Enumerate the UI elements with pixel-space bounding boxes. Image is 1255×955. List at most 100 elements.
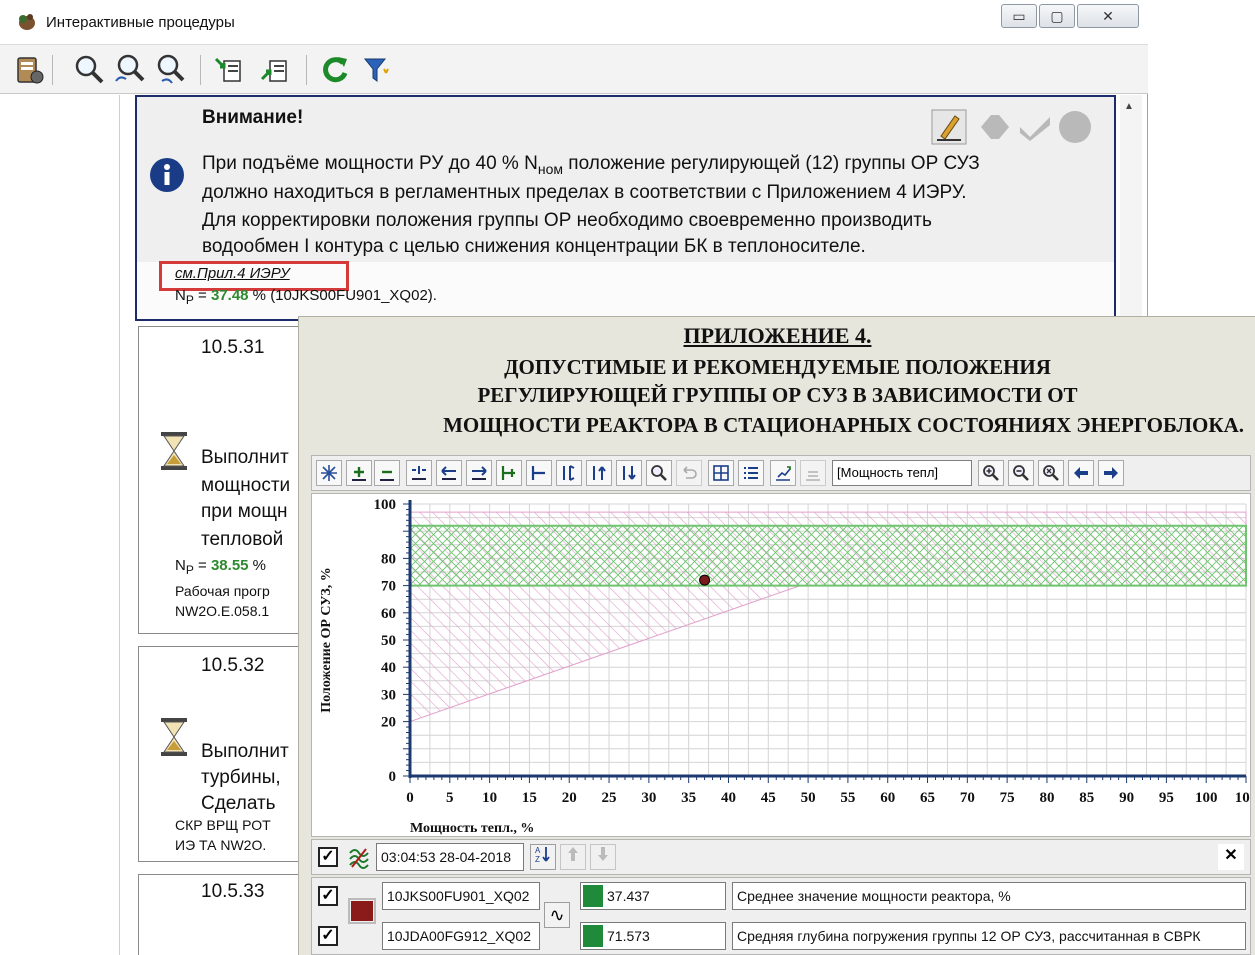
step-card-10-5-33: 10.5.33	[138, 874, 318, 955]
scroll-up-button[interactable]	[586, 460, 612, 486]
time-checkbox[interactable]: ✓	[318, 847, 338, 867]
grid-icon	[713, 465, 729, 481]
reset-view-button[interactable]	[316, 460, 342, 486]
y-axis-label: Положение ОР СУЗ, %	[319, 567, 334, 713]
import-button[interactable]	[800, 460, 826, 486]
skip-icon[interactable]	[977, 111, 1013, 143]
grid-button[interactable]	[708, 460, 734, 486]
zoom-next-icon[interactable]	[152, 53, 186, 87]
edit-icon[interactable]	[931, 109, 967, 145]
zoom-prev-icon[interactable]	[112, 53, 146, 87]
list-icon	[744, 467, 758, 479]
x-tick-label: 95	[1159, 790, 1174, 806]
x-tick-label: 105	[1235, 790, 1250, 806]
close-icon: ✕	[1102, 8, 1114, 24]
zoom-chart-button[interactable]	[646, 460, 672, 486]
expand-right-button[interactable]	[496, 460, 522, 486]
zoom-out-button[interactable]	[1008, 460, 1034, 486]
close-button[interactable]: ✕	[1077, 4, 1139, 28]
step-extra: ИЭ ТА NW2O.	[175, 837, 267, 853]
stop-icon[interactable]	[1057, 109, 1093, 145]
step-number: 10.5.31	[201, 337, 265, 358]
signal-checkbox[interactable]: ✓	[318, 886, 338, 906]
appendix-link[interactable]: см.Прил.4 ИЭРУ	[175, 265, 290, 282]
move-up-button[interactable]	[560, 844, 586, 870]
signal-checkbox[interactable]: ✓	[318, 926, 338, 946]
window-title: Интерактивные процедуры	[46, 14, 235, 31]
chart-svg[interactable]: 0 5 10 15 20 25 30 35 40 45 50 55 60 65 70 75 80 85 90 95 10…	[312, 494, 1250, 836]
next-button[interactable]	[1098, 460, 1124, 486]
hourglass-icon	[161, 432, 187, 470]
step-extra: Рабочая прогр	[175, 583, 270, 599]
undo-button[interactable]	[676, 460, 702, 486]
signal-tag[interactable]: 10JKS00FU901_XQ02	[382, 882, 540, 910]
check-icon[interactable]	[1017, 111, 1053, 143]
arrow-left-icon	[1074, 467, 1088, 479]
scroll-down-button[interactable]	[616, 460, 642, 486]
step-number: 10.5.32	[201, 655, 265, 676]
step-extra: СКР ВРЩ РОТ	[175, 817, 271, 833]
shift-right-button[interactable]	[466, 460, 492, 486]
warning-line2: должно находиться в регламентных предела…	[202, 182, 967, 203]
expand-right-icon	[501, 466, 515, 480]
warning-line4: водообмен I контура с целью снижения кон…	[202, 236, 866, 257]
x-tick-label: 25	[602, 790, 617, 806]
title-bar: Интерактивные процедуры ▭ ▢ ✕	[0, 0, 1148, 44]
shift-right-icon	[472, 466, 487, 480]
timestamp-field[interactable]: 03:04:53 28-04-2018	[376, 843, 524, 871]
zoom-reset-icon	[1043, 465, 1059, 481]
zoom-reset-button[interactable]	[1038, 460, 1064, 486]
fit-button[interactable]	[406, 460, 432, 486]
series-color-swatch[interactable]	[348, 898, 376, 924]
copy-down-icon[interactable]	[212, 53, 246, 87]
step-np: NP = 38.55 %	[175, 557, 267, 577]
main-toolbar	[0, 44, 1148, 94]
zoom-y-in-button[interactable]	[346, 460, 372, 486]
series-icon[interactable]	[348, 847, 370, 869]
zoom-in-button[interactable]	[978, 460, 1004, 486]
export-button[interactable]	[770, 460, 796, 486]
y-tick-label: 40	[381, 660, 396, 676]
svg-text:Z: Z	[535, 855, 540, 863]
signal-description: Среднее значение мощности реактора, %	[732, 882, 1246, 910]
step-number: 10.5.33	[201, 881, 265, 902]
copy-up-icon[interactable]	[258, 53, 292, 87]
legend-button[interactable]	[738, 460, 764, 486]
import-chart-icon	[806, 471, 820, 481]
sort-button[interactable]: AZ	[530, 844, 556, 870]
book-icon[interactable]	[12, 53, 46, 87]
scroll-up-icon[interactable]: ▲	[1124, 101, 1134, 112]
close-panel-button[interactable]: ✕	[1218, 844, 1244, 870]
shift-left-button[interactable]	[436, 460, 462, 486]
step-line: при мощн	[201, 501, 288, 522]
plus-icon	[352, 467, 366, 481]
maximize-button[interactable]: ▢	[1039, 4, 1075, 28]
y-tick-label: 100	[374, 497, 397, 513]
signal-value: 37.437	[580, 882, 726, 910]
x-tick-label: 0	[406, 790, 414, 806]
minimize-button[interactable]: ▭	[1001, 4, 1037, 28]
zoom-y-out-button[interactable]	[374, 460, 400, 486]
warning-np: NP = 37.48 % (10JKS00FU901_XQ02).	[175, 287, 437, 307]
export-chart-icon	[776, 466, 791, 481]
undo-icon	[683, 466, 697, 479]
signal-tag[interactable]: 10JDA00FG912_XQ02	[382, 922, 540, 950]
x-tick-label: 40	[721, 790, 736, 806]
prev-button[interactable]	[1068, 460, 1094, 486]
link-signals-button[interactable]: ∿	[544, 902, 570, 928]
sort-time-button[interactable]	[556, 460, 582, 486]
zoom-icon[interactable]	[72, 53, 106, 87]
collapse-right-button[interactable]	[526, 460, 552, 486]
sort-time-icon	[563, 465, 575, 481]
refresh-icon[interactable]	[318, 53, 352, 87]
move-down-button[interactable]	[590, 844, 616, 870]
appendix-line2: РЕГУЛИРУЮЩЕЙ ГРУППЫ ОР СУЗ В ЗАВИСИМОСТИ…	[477, 383, 1078, 407]
region-recommended	[409, 524, 1247, 587]
chart-area[interactable]: 0 5 10 15 20 25 30 35 40 45 50 55 60 65 70 75 80 85 90 95 10…	[311, 493, 1251, 837]
hourglass-icon	[161, 718, 187, 756]
y-tick-label: 70	[381, 579, 396, 595]
x-tick-label: 45	[761, 790, 776, 806]
snowflake-icon	[321, 465, 337, 481]
x-axis-select[interactable]: [Мощность тепл]	[832, 460, 972, 486]
filter-icon[interactable]	[360, 53, 394, 87]
